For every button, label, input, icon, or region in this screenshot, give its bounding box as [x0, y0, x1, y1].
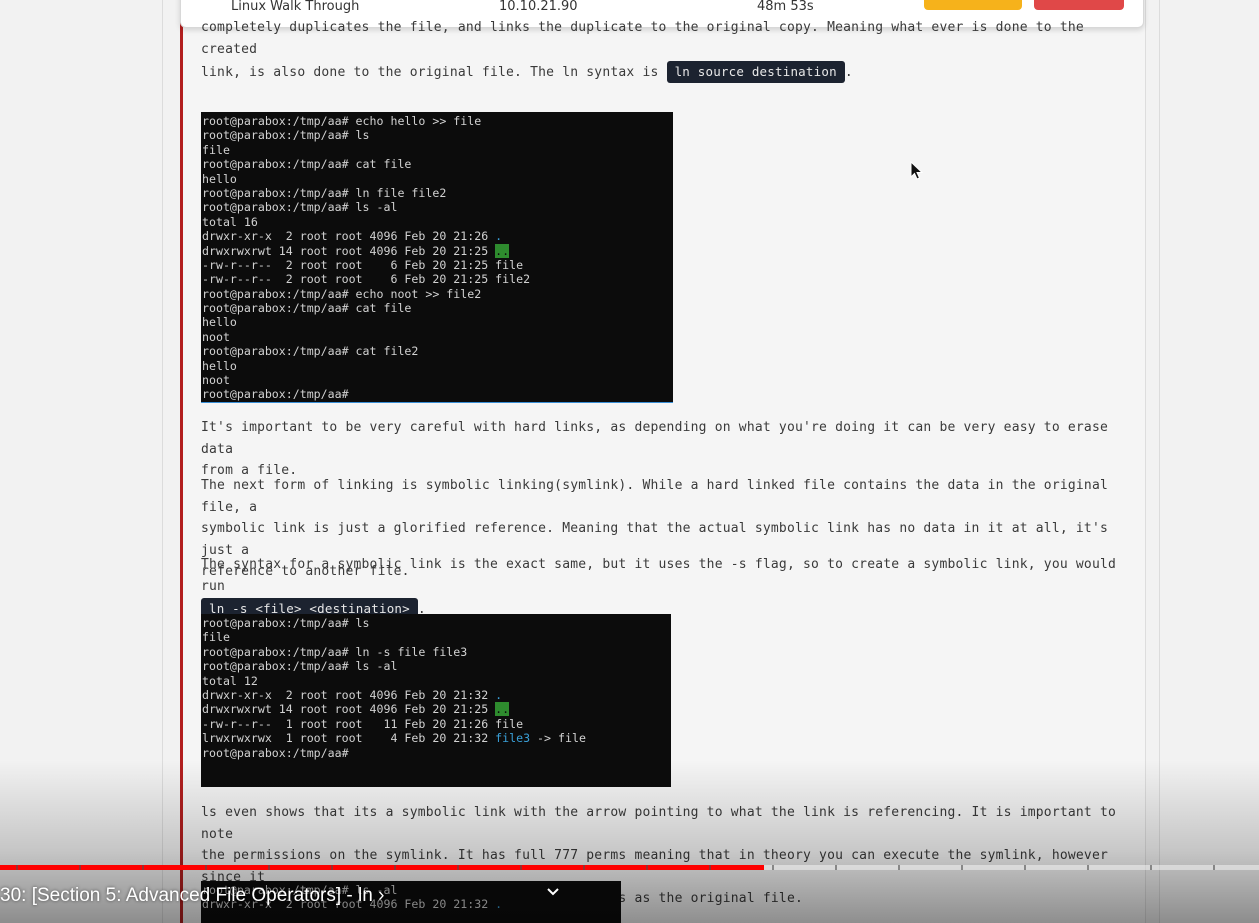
terminal-line: -rw-r--r-- 2 root root 6 Feb 20 21:25 fi… — [202, 272, 531, 287]
intro-line-1: completely duplicates the file, and link… — [201, 20, 1084, 57]
chapter-gap — [16, 865, 18, 870]
terminal-line: root@parabox:/tmp/aa# — [202, 745, 349, 760]
chapter-gap — [772, 865, 774, 870]
chapter-gap — [583, 865, 585, 870]
terminal-line: root@parabox:/tmp/aa# cat file2 — [202, 344, 419, 359]
terminal-line: root@parabox:/tmp/aa# echo noot >> file2 — [202, 286, 482, 301]
terminal-line: hello — [202, 315, 237, 330]
chapter-gap — [331, 865, 333, 870]
video-chapter-title[interactable]: 30: [Section 5: Advanced File Operators]… — [0, 885, 384, 907]
chapter-gap — [1087, 865, 1089, 870]
terminal-line: total 12 — [202, 673, 258, 688]
terminal-line: root@parabox:/tmp/aa# ln file file2 — [202, 185, 447, 200]
chapter-gap — [898, 865, 900, 870]
hardlink-warning-line-1: It's important to be very careful with h… — [201, 420, 1109, 457]
symlink-syntax-line-1: The syntax for a symbolic link is the ex… — [201, 557, 1117, 594]
symlink-syntax-paragraph: The syntax for a symbolic link is the ex… — [201, 554, 1121, 621]
intro-line-2-suffix: . — [844, 65, 853, 80]
chapter-gap — [1024, 865, 1026, 870]
chapter-gap — [79, 865, 81, 870]
hardlink-terminal-screenshot: root@parabox:/tmp/aa# echo hello >> file… — [201, 112, 673, 403]
terminal-line: drwxrwxrwt 14 root root 4096 Feb 20 21:2… — [202, 702, 510, 717]
hardlink-warning-paragraph: It's important to be very careful with h… — [201, 417, 1121, 482]
mouse-cursor-icon — [910, 161, 924, 180]
intro-line-2: link, is also done to the original file.… — [201, 61, 1121, 84]
terminal-line: root@parabox:/tmp/aa# — [202, 387, 349, 402]
terminal-line: drwxr-xr-x 2 root root 4096 Feb 20 21:32… — [202, 687, 503, 702]
terminal-line: -rw-r--r-- 2 root root 6 Feb 20 21:25 fi… — [202, 257, 524, 272]
terminal-line: root@parabox:/tmp/aa# ls -al — [202, 200, 398, 215]
intro-paragraph: completely duplicates the file, and link… — [201, 17, 1121, 84]
permissions-line-1: ls even shows that its a symbolic link w… — [201, 805, 1117, 842]
ln-syntax-code: ln source destination — [666, 61, 845, 83]
machine-ip: 10.10.21.90 — [499, 0, 578, 14]
chapter-chevron-icon: › — [378, 885, 385, 906]
time-remaining: 48m 53s — [757, 0, 814, 14]
terminal-line: root@parabox:/tmp/aa# ls -al — [202, 659, 398, 674]
terminal-line: drwxr-xr-x 2 root root 4096 Feb 20 21:26… — [202, 229, 503, 244]
terminal-line: root@parabox:/tmp/aa# ls — [202, 128, 370, 143]
chapter-gap — [961, 865, 963, 870]
symlink-intro-line-1: The next form of linking is symbolic lin… — [201, 478, 1109, 515]
chapter-gap — [142, 865, 144, 870]
terminal-line: file — [202, 630, 230, 645]
terminal-line: lrwxrwxrwx 1 root root 4 Feb 20 21:32 fi… — [202, 731, 586, 746]
chapter-gap — [1150, 865, 1152, 870]
terminal-line: noot — [202, 329, 230, 344]
chapter-gap — [457, 865, 459, 870]
chapter-gap — [520, 865, 522, 870]
terminal-line: root@parabox:/tmp/aa# cat file — [202, 301, 412, 316]
chapter-gap — [646, 865, 648, 870]
symlink-terminal-screenshot: root@parabox:/tmp/aa# ls file root@parabox… — [201, 614, 671, 787]
video-progress-played — [0, 865, 765, 870]
chapter-gap — [1213, 865, 1215, 870]
left-gutter-line — [162, 0, 163, 923]
room-name: Linux Walk Through — [231, 0, 360, 14]
terminal-line: root@parabox:/tmp/aa# ls — [202, 616, 370, 630]
chapter-gap — [835, 865, 837, 870]
add-time-button[interactable] — [924, 0, 1022, 10]
terminal-line: noot — [202, 373, 230, 388]
chapter-gap — [268, 865, 270, 870]
terminal-line: root@parabox:/tmp/aa# cat file — [202, 157, 412, 172]
terminal-line: drwxrwxrwt 14 root root 4096 Feb 20 21:2… — [202, 243, 510, 258]
chapter-gap — [394, 865, 396, 870]
terminal-line: hello — [202, 358, 237, 373]
terminal-line: hello — [202, 171, 237, 186]
terminal-line: total 16 — [202, 214, 258, 229]
right-gutter-line — [1159, 0, 1160, 923]
terminal-line: file — [202, 142, 230, 157]
chevron-down-icon[interactable] — [545, 884, 561, 900]
terminal-line: root@parabox:/tmp/aa# ln -s file file3 — [202, 644, 468, 659]
terminate-button[interactable] — [1034, 0, 1124, 10]
terminal-line: -rw-r--r-- 1 root root 11 Feb 20 21:26 f… — [202, 716, 524, 731]
terminal-line: root@parabox:/tmp/aa# echo hello >> file — [202, 114, 482, 128]
video-title-text: 30: [Section 5: Advanced File Operators]… — [0, 885, 373, 906]
chapter-gap — [205, 865, 207, 870]
chapter-gap — [709, 865, 711, 870]
intro-line-2-text: link, is also done to the original file.… — [201, 65, 659, 80]
